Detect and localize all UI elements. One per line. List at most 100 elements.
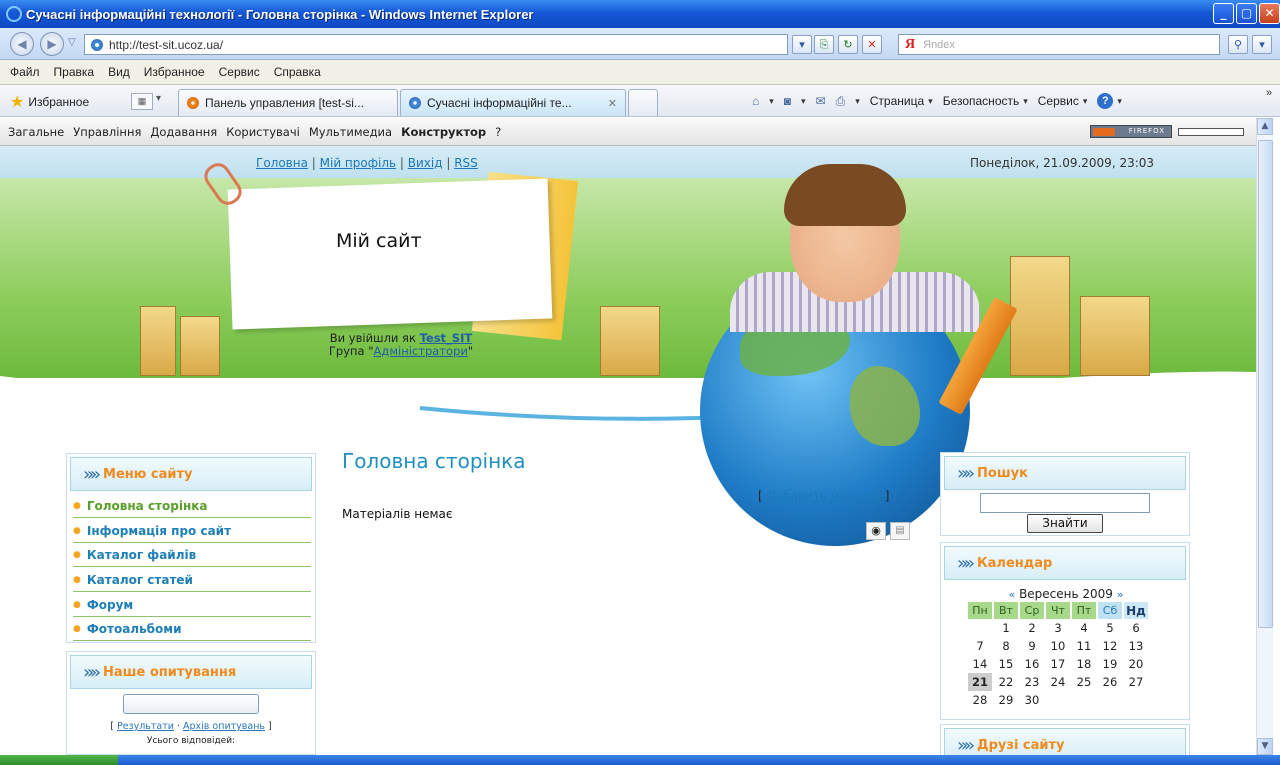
new-tab-button[interactable]	[628, 89, 658, 116]
calendar-day[interactable]: 1	[994, 619, 1018, 637]
site-search-button[interactable]: Знайти	[1027, 514, 1103, 533]
menu-view[interactable]: Вид	[108, 65, 130, 79]
admin-users[interactable]: Користувачі	[226, 125, 300, 139]
group-link[interactable]: Адміністратори	[374, 344, 468, 358]
menu-item-photos[interactable]: ● Фотоальбоми	[73, 617, 311, 641]
site-search-input[interactable]	[980, 493, 1150, 513]
url-input[interactable]: http://test-sit.ucoz.ua/	[84, 34, 788, 55]
calendar-day[interactable]: 10	[1046, 637, 1070, 655]
tab-list-dropdown-icon[interactable]: ▾	[156, 93, 161, 104]
profile-link[interactable]: Мій профіль	[320, 156, 396, 170]
calendar-day[interactable]: 12	[1098, 637, 1122, 655]
calendar-day[interactable]: 21	[968, 673, 992, 691]
admin-help[interactable]: ?	[495, 125, 501, 139]
compatibility-view-icon[interactable]: ⎘	[814, 35, 834, 54]
page-menu[interactable]: Страница	[870, 94, 924, 108]
safety-menu[interactable]: Безопасность	[943, 94, 1020, 108]
web-search-input[interactable]: Я Яndex	[898, 34, 1220, 55]
feeds-icon[interactable]: ◙	[784, 94, 791, 108]
calendar-day[interactable]: 8	[994, 637, 1018, 655]
home-link[interactable]: Головна	[256, 156, 308, 170]
module-settings-icon[interactable]: ▤	[890, 522, 910, 540]
menu-item-files[interactable]: ● Каталог файлів	[73, 543, 311, 567]
admin-constructor[interactable]: Конструктор	[401, 125, 486, 139]
tools-menu[interactable]: Сервис	[1038, 94, 1079, 108]
admin-adding[interactable]: Додавання	[150, 125, 217, 139]
admin-general[interactable]: Загальне	[8, 125, 64, 139]
menu-favorites[interactable]: Избранное	[144, 65, 205, 79]
stop-icon[interactable]: ✕	[862, 35, 882, 54]
calendar-day[interactable]: 24	[1046, 673, 1070, 691]
admin-multimedia[interactable]: Мультимедиа	[309, 125, 392, 139]
print-icon[interactable]: ⎙	[836, 94, 846, 109]
browser-tab-control-panel[interactable]: Панель управления [test-si...	[178, 89, 398, 116]
address-dropdown-icon[interactable]: ▾	[792, 35, 812, 54]
calendar-day[interactable]: 13	[1124, 637, 1148, 655]
maximize-button[interactable]: ▢	[1236, 3, 1257, 24]
poll-results-link[interactable]: Результати	[117, 721, 174, 732]
calendar-day[interactable]: 25	[1072, 673, 1096, 691]
more-commands-icon[interactable]: »	[1266, 87, 1272, 99]
menu-item-home[interactable]: ● Головна сторінка	[73, 494, 311, 518]
calendar-next-month[interactable]: »	[1117, 588, 1124, 601]
calendar-day[interactable]: 23	[1020, 673, 1044, 691]
menu-item-about[interactable]: ● Інформація про сайт	[73, 519, 311, 543]
calendar-day[interactable]: 28	[968, 691, 992, 709]
menu-item-articles[interactable]: ● Каталог статей	[73, 568, 311, 592]
home-dropdown-icon[interactable]: ▾	[769, 96, 774, 107]
calendar-day[interactable]: 20	[1124, 655, 1148, 673]
feeds-dropdown-icon[interactable]: ▾	[801, 96, 806, 107]
admin-bar-slider[interactable]	[1178, 128, 1244, 136]
calendar-day[interactable]: 17	[1046, 655, 1070, 673]
calendar-day[interactable]: 3	[1046, 619, 1070, 637]
help-dropdown-icon[interactable]: ▾	[1117, 96, 1122, 107]
calendar-day[interactable]: 7	[968, 637, 992, 655]
calendar-prev-month[interactable]: «	[1009, 588, 1016, 601]
quick-tabs-icon[interactable]: ▦	[131, 93, 153, 110]
calendar-day[interactable]: 6	[1124, 619, 1148, 637]
mail-icon[interactable]: ✉	[816, 94, 826, 108]
calendar-day[interactable]: 2	[1020, 619, 1044, 637]
eye-icon[interactable]: ◉	[866, 522, 886, 540]
calendar-day[interactable]: 30	[1020, 691, 1044, 709]
logout-link[interactable]: Вихід	[408, 156, 443, 170]
poll-answer-field[interactable]	[123, 694, 259, 714]
calendar-day[interactable]: 19	[1098, 655, 1122, 673]
username-link[interactable]: Test_SIT	[420, 331, 473, 345]
calendar-day[interactable]: 5	[1098, 619, 1122, 637]
calendar-day[interactable]: 15	[994, 655, 1018, 673]
menu-file[interactable]: Файл	[10, 65, 40, 79]
print-dropdown-icon[interactable]: ▾	[855, 96, 860, 107]
browser-tab-active[interactable]: Сучасні інформаційні те... ✕	[400, 89, 626, 116]
history-dropdown-icon[interactable]: ▽	[68, 37, 76, 48]
help-icon[interactable]: ?	[1097, 93, 1114, 109]
menu-item-forum[interactable]: ● Форум	[73, 593, 311, 617]
back-button[interactable]: ◀	[10, 32, 34, 56]
menu-edit[interactable]: Правка	[54, 65, 95, 79]
firefox-badge[interactable]: FIREFOX	[1090, 125, 1172, 138]
search-options-dropdown-icon[interactable]: ▾	[1252, 35, 1272, 54]
calendar-day[interactable]: 22	[994, 673, 1018, 691]
poll-archive-link[interactable]: Архів опитувань	[183, 721, 265, 732]
calendar-day[interactable]: 11	[1072, 637, 1096, 655]
search-go-icon[interactable]: ⚲	[1228, 35, 1248, 54]
close-tab-icon[interactable]: ✕	[608, 97, 617, 110]
forward-button[interactable]: ▶	[40, 32, 64, 56]
menu-tools[interactable]: Сервис	[219, 65, 260, 79]
add-news-link[interactable]: Добавить новость	[767, 489, 881, 503]
menu-help[interactable]: Справка	[274, 65, 321, 79]
minimize-button[interactable]: _	[1213, 3, 1234, 24]
page-scrollbar[interactable]: ▲ ▼	[1256, 118, 1273, 755]
close-window-button[interactable]: ✕	[1259, 3, 1280, 24]
refresh-icon[interactable]: ↻	[838, 35, 858, 54]
calendar-day[interactable]: 14	[968, 655, 992, 673]
calendar-day[interactable]: 29	[994, 691, 1018, 709]
home-icon[interactable]: ⌂	[752, 94, 759, 108]
scroll-down-icon[interactable]: ▼	[1257, 738, 1273, 755]
scrollbar-thumb[interactable]	[1258, 140, 1273, 628]
calendar-day[interactable]: 27	[1124, 673, 1148, 691]
calendar-day[interactable]: 9	[1020, 637, 1044, 655]
rss-link[interactable]: RSS	[454, 156, 478, 170]
calendar-day[interactable]: 18	[1072, 655, 1096, 673]
calendar-day[interactable]: 4	[1072, 619, 1096, 637]
